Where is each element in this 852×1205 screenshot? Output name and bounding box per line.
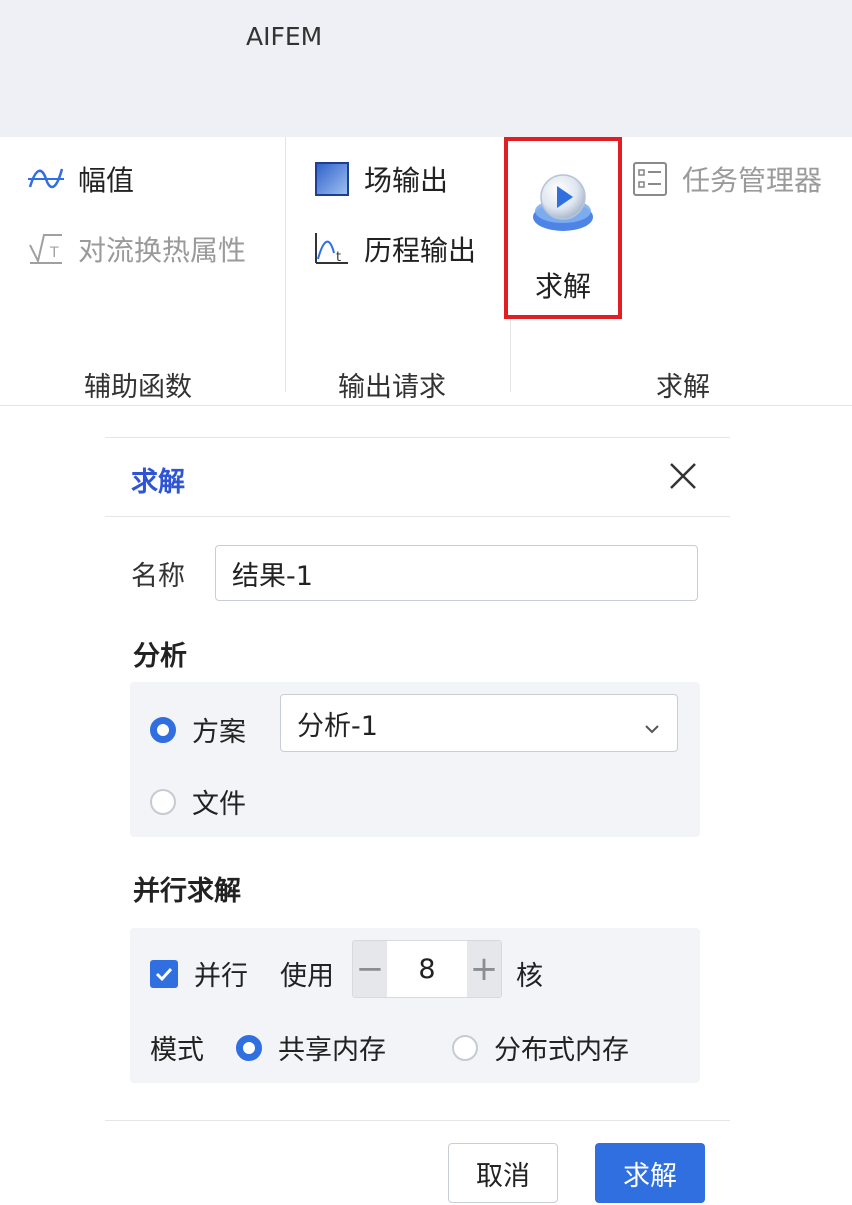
parallel-checkbox[interactable] <box>150 959 178 988</box>
field-output-label: 场输出 <box>364 164 449 197</box>
mode-distributed-label: 分布式内存 <box>494 1035 629 1066</box>
mode-distributed-option[interactable]: 分布式内存 <box>452 1028 629 1067</box>
dialog-header: 求解 <box>105 438 730 517</box>
solve-button-label: 求解 <box>534 270 591 303</box>
mode-label: 模式 <box>150 1035 204 1066</box>
name-label: 名称 <box>131 560 185 592</box>
decrement-button[interactable]: − <box>353 941 387 997</box>
ribbon: 幅值 T 对流换热属性 辅助函数 场输出 t 历程输出 输出请求 求解 任务管理… <box>0 137 852 406</box>
file-radio-label: 文件 <box>192 789 246 820</box>
ribbon-convection-button[interactable]: T 对流换热属性 <box>26 229 246 269</box>
scheme-select-value: 分析-1 <box>297 710 378 742</box>
task-manager-label: 任务管理器 <box>682 164 823 197</box>
cancel-button[interactable]: 取消 <box>448 1143 558 1203</box>
cores-value[interactable]: 8 <box>387 941 467 997</box>
mode-distributed-radio[interactable] <box>452 1034 478 1061</box>
group-label-solve: 求解 <box>656 372 710 403</box>
scheme-radio-label: 方案 <box>192 717 246 748</box>
file-radio[interactable] <box>150 788 176 815</box>
parallel-checkbox-option[interactable]: 并行 <box>150 954 248 993</box>
scheme-radio-option[interactable]: 方案 <box>150 710 246 749</box>
group-label-aux-functions: 辅助函数 <box>84 372 192 403</box>
file-radio-option[interactable]: 文件 <box>150 782 246 821</box>
task-list-icon <box>630 159 670 199</box>
chevron-down-icon <box>643 714 661 734</box>
name-row: 名称 <box>131 545 698 601</box>
group-label-output-requests: 输出请求 <box>338 372 446 403</box>
history-output-icon: t <box>312 229 352 269</box>
analysis-section-title: 分析 <box>133 641 187 672</box>
use-label-wrap: 使用 <box>280 954 334 993</box>
field-output-icon <box>312 159 352 199</box>
analysis-panel: 方案 分析-1 文件 <box>130 682 700 837</box>
parallel-checkbox-label: 并行 <box>194 961 248 992</box>
mode-label-wrap: 模式 <box>150 1028 204 1067</box>
mode-shared-radio[interactable] <box>236 1034 262 1061</box>
convection-label: 对流换热属性 <box>78 234 247 267</box>
ribbon-history-output-button[interactable]: t 历程输出 <box>312 229 476 269</box>
dialog-footer-divider <box>105 1120 730 1121</box>
cores-unit-label: 核 <box>516 961 543 992</box>
svg-text:T: T <box>49 245 59 261</box>
history-output-label: 历程输出 <box>364 234 477 267</box>
mode-shared-label: 共享内存 <box>278 1035 386 1066</box>
ribbon-solve-button[interactable]: 求解 <box>504 137 622 319</box>
scheme-radio[interactable] <box>150 716 176 743</box>
amplitude-icon <box>26 159 66 199</box>
solve-confirm-button[interactable]: 求解 <box>595 1143 705 1203</box>
ribbon-field-output-button[interactable]: 场输出 <box>312 159 448 199</box>
dialog-title: 求解 <box>131 467 185 498</box>
increment-button[interactable]: + <box>467 941 501 997</box>
convection-icon: T <box>26 229 66 269</box>
close-icon[interactable] <box>665 458 701 494</box>
scheme-select[interactable]: 分析-1 <box>280 694 678 752</box>
title-bar: AIFEM <box>0 0 852 137</box>
ribbon-amplitude-button[interactable]: 幅值 <box>26 159 134 199</box>
parallel-panel: 并行 使用 − 8 + 核 模式 共享内存 分布式内存 <box>130 928 700 1083</box>
cores-stepper[interactable]: − 8 + <box>352 940 502 998</box>
svg-text:t: t <box>336 250 341 265</box>
ribbon-task-manager-button[interactable]: 任务管理器 <box>630 159 822 199</box>
cores-unit-wrap: 核 <box>516 954 543 993</box>
mode-shared-option[interactable]: 共享内存 <box>236 1028 386 1067</box>
ribbon-separator <box>285 137 286 392</box>
use-label: 使用 <box>280 961 334 992</box>
solve-dialog: 求解 名称 分析 方案 分析-1 文件 并行求解 <box>105 437 730 1205</box>
amplitude-label: 幅值 <box>78 164 135 197</box>
app-title: AIFEM <box>246 22 323 51</box>
solve-play-icon <box>523 165 603 245</box>
name-input[interactable] <box>215 545 698 601</box>
parallel-section-title: 并行求解 <box>133 876 241 907</box>
